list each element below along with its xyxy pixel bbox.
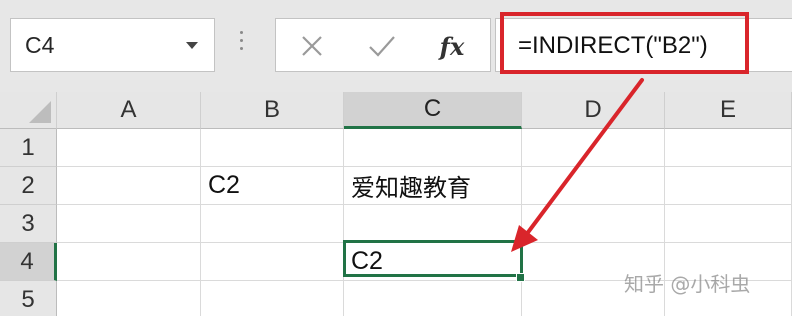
cell-a4[interactable] <box>57 243 201 281</box>
row-header-4[interactable]: 4 <box>0 243 57 281</box>
cell-a5[interactable] <box>57 281 201 316</box>
formula-highlight-box <box>500 12 749 74</box>
formula-buttons: fx <box>275 18 491 72</box>
column-header-c[interactable]: C <box>344 92 522 129</box>
cell-c3[interactable] <box>344 205 522 243</box>
cell-a2[interactable] <box>57 167 201 205</box>
cell-e2[interactable] <box>665 167 792 205</box>
cell-b3[interactable] <box>201 205 344 243</box>
cancel-x-icon[interactable] <box>276 19 348 73</box>
row-header-1[interactable]: 1 <box>0 129 57 167</box>
column-header-e[interactable]: E <box>665 92 792 129</box>
select-all-corner[interactable] <box>0 92 57 129</box>
name-box-value: C4 <box>25 32 55 58</box>
checkmark-icon[interactable] <box>346 19 418 73</box>
formula-bar: C4 fx =INDIRECT("B2") <box>0 0 792 92</box>
column-header-b[interactable]: B <box>201 92 344 129</box>
cell-b4[interactable] <box>201 243 344 281</box>
cell-d2[interactable] <box>522 167 665 205</box>
cell-e1[interactable] <box>665 129 792 167</box>
cell-b2[interactable]: C2 <box>201 167 344 205</box>
cell-e3[interactable] <box>665 205 792 243</box>
cell-b5[interactable] <box>201 281 344 316</box>
cell-d1[interactable] <box>522 129 665 167</box>
cell-c5[interactable] <box>344 281 522 316</box>
cell-a1[interactable] <box>57 129 201 167</box>
fx-icon[interactable]: fx <box>416 19 488 73</box>
row-header-2[interactable]: 2 <box>0 167 57 205</box>
row-header-5[interactable]: 5 <box>0 281 57 316</box>
cell-c4[interactable]: C2 <box>344 243 522 281</box>
cell-d3[interactable] <box>522 205 665 243</box>
watermark: 知乎 @小科虫 <box>624 272 751 296</box>
chevron-down-icon[interactable] <box>186 42 198 49</box>
column-header-a[interactable]: A <box>57 92 201 129</box>
cell-a3[interactable] <box>57 205 201 243</box>
grip-icon[interactable] <box>240 31 244 57</box>
row-header-3[interactable]: 3 <box>0 205 57 243</box>
cell-c1[interactable] <box>344 129 522 167</box>
name-box[interactable]: C4 <box>10 18 215 72</box>
cell-c2[interactable]: 爱知趣教育 <box>344 167 522 205</box>
fill-handle[interactable] <box>516 273 525 282</box>
cell-b1[interactable] <box>201 129 344 167</box>
column-header-d[interactable]: D <box>522 92 665 129</box>
fx-glyph: fx <box>439 31 465 61</box>
